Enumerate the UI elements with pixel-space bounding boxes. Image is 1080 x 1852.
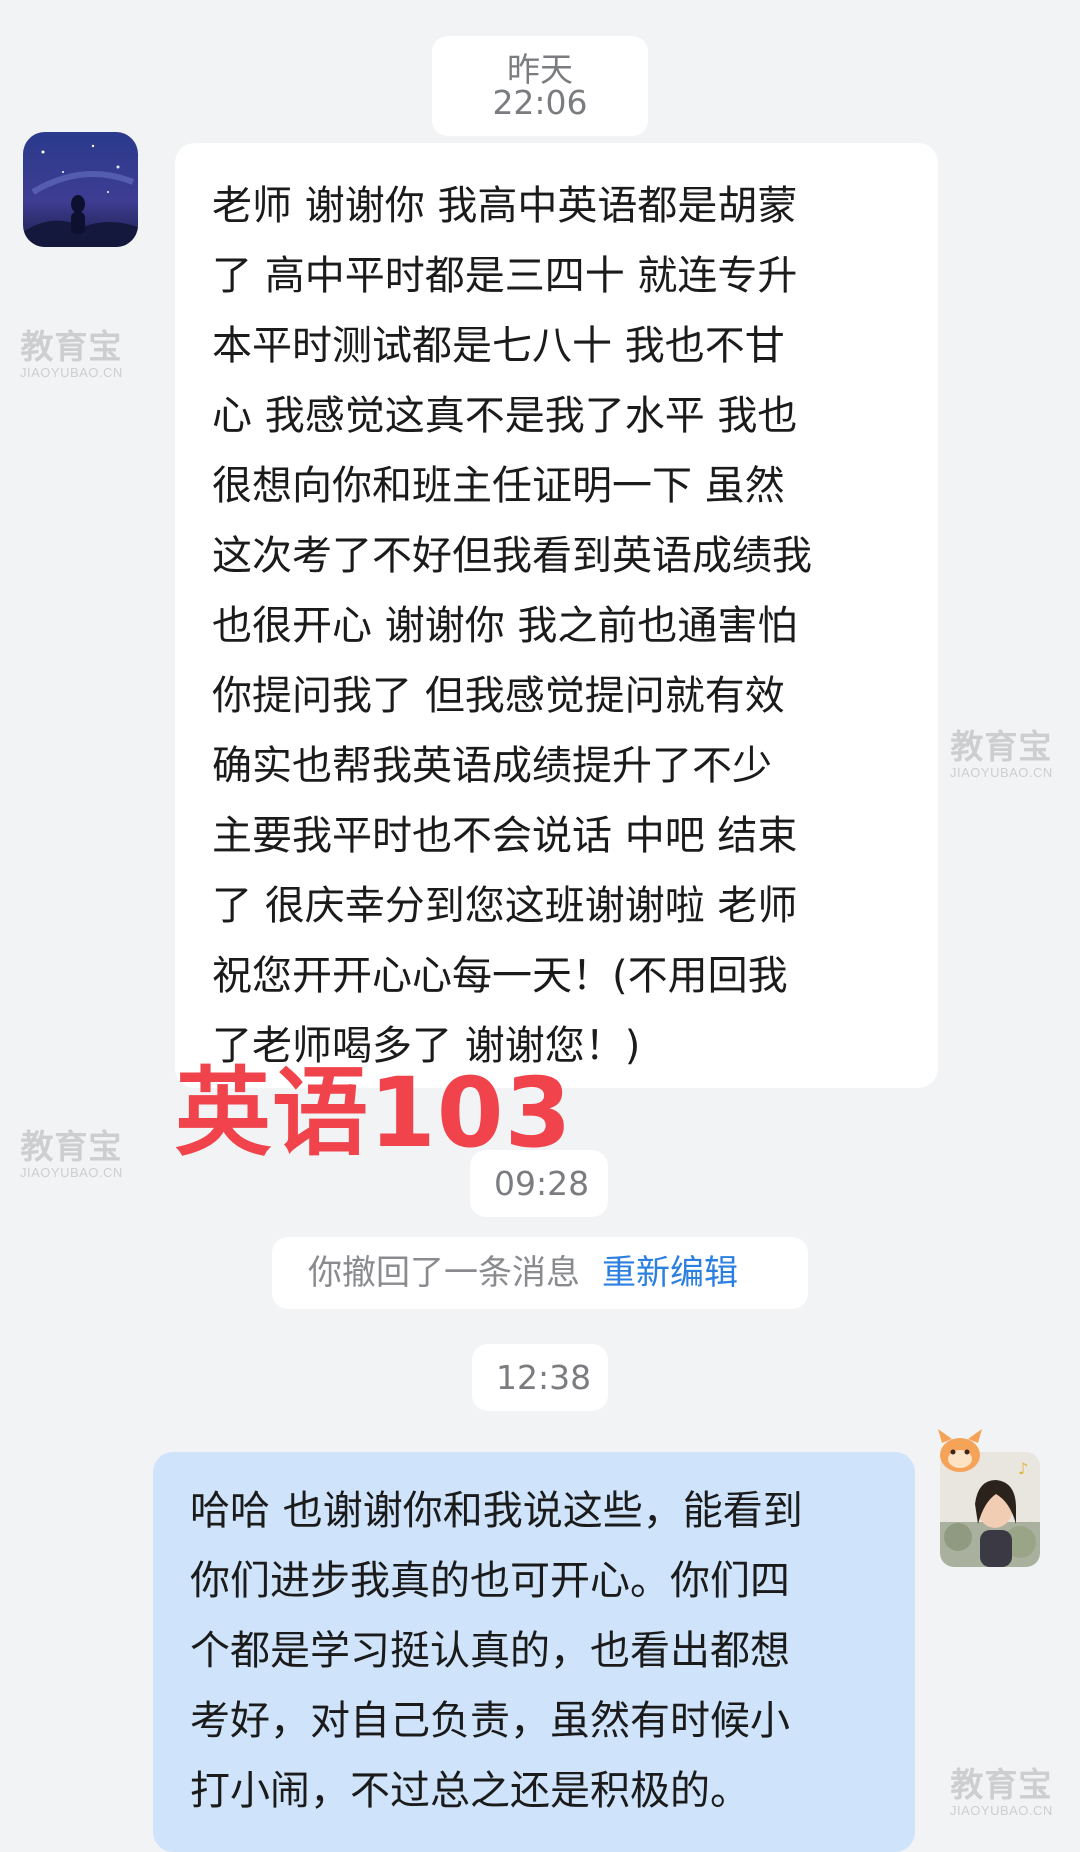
watermark: 教育宝 JIAOYUBAO.CN xyxy=(20,1128,123,1180)
timestamp: 09:28 xyxy=(470,1150,608,1217)
timestamp: 昨天 22:06 xyxy=(432,36,648,136)
sender-avatar[interactable] xyxy=(23,132,138,247)
starry-night-avatar-icon xyxy=(23,132,138,247)
score-annotation: 英语103 xyxy=(175,1057,573,1169)
watermark: 教育宝 JIAOYUBAO.CN xyxy=(950,1766,1053,1818)
watermark: 教育宝 JIAOYUBAO.CN xyxy=(20,328,123,380)
outgoing-message-bubble[interactable]: 哈哈 也谢谢你和我说这些，能看到 你们进步我真的也可开心。你们四 个都是学习挺认… xyxy=(153,1452,915,1852)
watermark: 教育宝 JIAOYUBAO.CN xyxy=(950,728,1053,780)
timestamp: 12:38 xyxy=(472,1344,608,1411)
recall-text: 你撤回了一条消息 xyxy=(308,1253,580,1293)
incoming-message-bubble[interactable]: 老师 谢谢你 我高中英语都是胡蒙 了 高中平时都是三四十 就连专升 本平时测试都… xyxy=(175,143,938,1088)
svg-text:♪: ♪ xyxy=(1018,1459,1028,1478)
recall-notice: 你撤回了一条消息 重新编辑 xyxy=(272,1237,808,1309)
reedit-link[interactable]: 重新编辑 xyxy=(602,1253,738,1293)
cartoon-sticker-icon xyxy=(930,1425,990,1480)
